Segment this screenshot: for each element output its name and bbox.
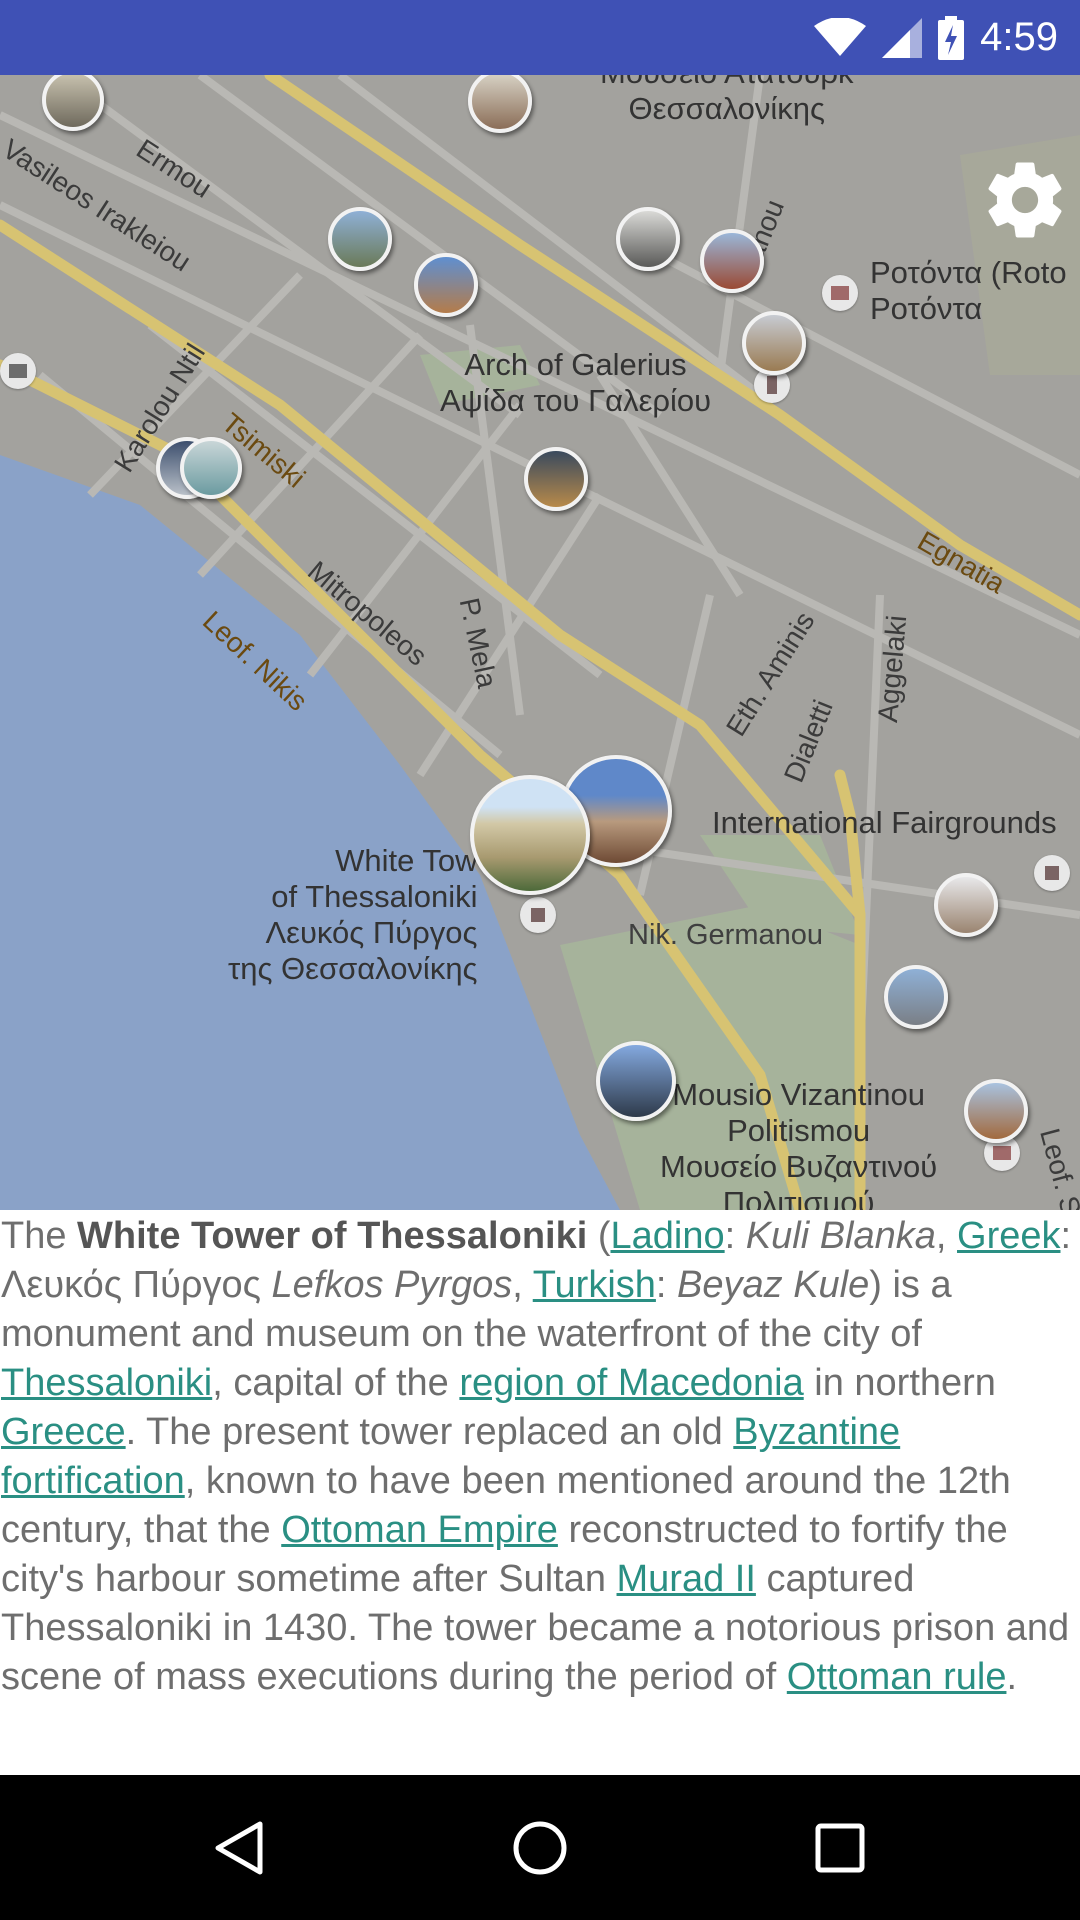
text: .: [1006, 1656, 1018, 1698]
link-fortification[interactable]: fortification: [1, 1460, 185, 1502]
link-greece[interactable]: Greece: [1, 1411, 126, 1453]
text: , capital of the: [212, 1362, 460, 1404]
article-paragraph: The White Tower of Thessaloniki (Ladino:…: [1, 1212, 1080, 1702]
link-ottoman-empire[interactable]: Ottoman Empire: [281, 1509, 558, 1551]
italic-kuli-blanka: Kuli Blanka: [745, 1215, 936, 1257]
article-summary: The White Tower of Thessaloniki (Ladino:…: [0, 1210, 1080, 1775]
wifi-icon: [814, 17, 867, 56]
white-tower-photo-pin[interactable]: [470, 775, 590, 895]
link-region-of-macedonia[interactable]: region of Macedonia: [459, 1362, 803, 1404]
museum-poi-icon[interactable]: [0, 353, 36, 389]
link-ladino[interactable]: Ladino: [611, 1215, 725, 1257]
photo-pin-marker[interactable]: [328, 207, 392, 271]
photo-pin-marker[interactable]: [884, 965, 948, 1029]
back-triangle-icon: [215, 1821, 263, 1874]
link-greek[interactable]: Greek: [957, 1215, 1060, 1257]
white-tower-poi-icon[interactable]: [520, 897, 556, 933]
link-thessaloniki[interactable]: Thessaloniki: [1, 1362, 212, 1404]
map-label-byzantine-museum: Mousio Vizantinou Politismou Μουσείο Βυζ…: [660, 1077, 938, 1210]
navigation-bar: [0, 1775, 1080, 1920]
gear-icon[interactable]: [980, 155, 1070, 245]
text: ,: [512, 1264, 533, 1306]
link-turkish[interactable]: Turkish: [533, 1264, 656, 1306]
back-button[interactable]: [160, 1775, 320, 1920]
map-label-nik-germanou: Nik. Germanou: [628, 919, 824, 951]
rotonda-poi-icon[interactable]: [822, 275, 858, 311]
clock-time: 4:59: [980, 15, 1058, 59]
map-view[interactable]: Μουσείο Ατατούρκ Θεσσαλονίκης Ροτόντα (R…: [0, 75, 1080, 1210]
photo-pin-marker[interactable]: [700, 229, 764, 293]
photo-pin-marker[interactable]: [596, 1041, 676, 1121]
status-bar: 4:59: [0, 0, 1080, 75]
cell-signal-icon: [882, 17, 923, 58]
map-label-white-tower: White Tow of Thessaloniki Λευκός Πύργος …: [228, 843, 478, 986]
italic-lefkos-pyrgos: Lefkos Pyrgos: [271, 1264, 513, 1306]
text: in northern: [803, 1362, 996, 1404]
fairgrounds-poi-icon[interactable]: [1034, 855, 1070, 891]
article-title: White Tower of Thessaloniki: [77, 1215, 588, 1257]
map-label-ataturk-museum: Μουσείο Ατατούρκ Θεσσαλονίκης: [600, 75, 854, 126]
battery-charging-icon: [938, 15, 965, 60]
photo-pin-marker[interactable]: [616, 207, 680, 271]
text: The: [1, 1215, 78, 1257]
link-byzantine[interactable]: Byzantine: [733, 1411, 900, 1453]
map-label-arch-of-galerius: Arch of Galerius Αψίδα του Γαλερίου: [440, 347, 712, 418]
text: . The present tower replaced an old: [125, 1411, 734, 1453]
home-circle-icon: [513, 1821, 567, 1874]
map-label-rotonda: Ροτόντα (Roto Ροτόντα: [870, 255, 1067, 326]
text: ,: [935, 1215, 958, 1257]
photo-pin-marker[interactable]: [524, 447, 588, 511]
photo-pin-marker[interactable]: [742, 311, 806, 375]
photo-pin-marker[interactable]: [180, 437, 242, 499]
link-murad-ii[interactable]: Murad II: [617, 1558, 756, 1600]
italic-beyaz-kule: Beyaz Kule: [677, 1264, 870, 1306]
photo-pin-marker[interactable]: [934, 873, 998, 937]
text: :: [655, 1264, 678, 1306]
recents-square-icon: [815, 1823, 865, 1872]
text: :: [724, 1215, 746, 1257]
map-label-international-fairgrounds: International Fairgrounds: [712, 805, 1057, 840]
photo-pin-marker[interactable]: [964, 1079, 1028, 1143]
status-icons: 4:59: [814, 0, 1058, 75]
home-button[interactable]: [460, 1775, 620, 1920]
recents-button[interactable]: [760, 1775, 920, 1920]
text: (: [587, 1215, 611, 1257]
link-ottoman-rule[interactable]: Ottoman rule: [787, 1656, 1007, 1698]
photo-pin-marker[interactable]: [414, 253, 478, 317]
